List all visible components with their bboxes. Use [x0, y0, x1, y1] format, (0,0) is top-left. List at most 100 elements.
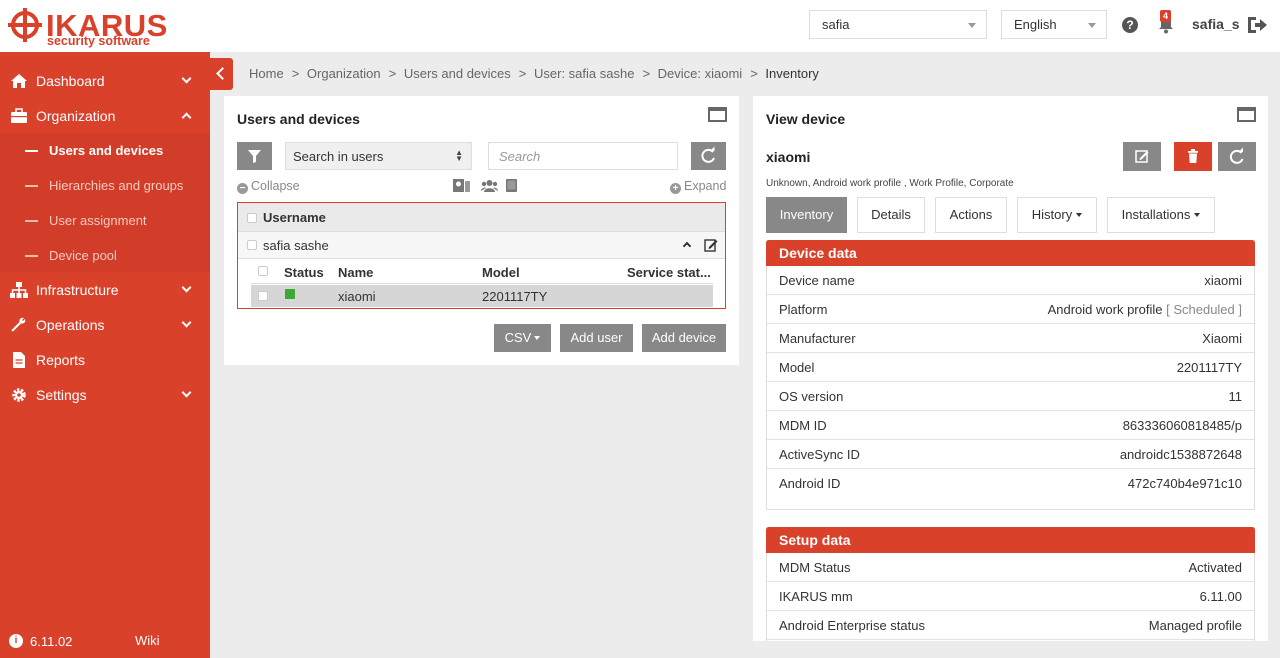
- sidebar-subitem-label: Hierarchies and groups: [49, 178, 184, 193]
- breadcrumb-separator: >: [518, 66, 527, 81]
- plus-circle-icon: +: [670, 183, 681, 194]
- sidebar: Dashboard Organization Users and devices…: [0, 52, 210, 658]
- expand-link[interactable]: + Expand: [670, 179, 726, 194]
- section-heading: Setup data: [766, 527, 1255, 553]
- home-icon: [11, 74, 27, 88]
- collapse-link[interactable]: − Collapse: [237, 179, 300, 194]
- select-all-checkbox[interactable]: [247, 213, 257, 223]
- sidebar-subitem-label: User assignment: [49, 213, 147, 228]
- tenant-select[interactable]: safia: [809, 10, 987, 39]
- kv-value: Activated: [1188, 560, 1242, 575]
- organization-submenu: Users and devices Hierarchies and groups…: [0, 133, 210, 272]
- column-header-service-status: Service stat...: [627, 265, 711, 280]
- refresh-device-button[interactable]: [1218, 142, 1256, 171]
- add-user-button[interactable]: Add user: [560, 324, 633, 352]
- users-group-icon[interactable]: [481, 179, 498, 192]
- breadcrumb-home[interactable]: Home: [249, 66, 284, 81]
- caret-down-icon: [1194, 213, 1201, 217]
- section-heading: Device data: [766, 240, 1255, 266]
- status-active-indicator: [285, 289, 295, 299]
- tab-details[interactable]: Details: [857, 197, 925, 233]
- sidebar-item-reports[interactable]: Reports: [0, 342, 210, 377]
- add-device-button[interactable]: Add device: [642, 324, 726, 352]
- top-bar: IKARUS security software safia English ?…: [0, 0, 1280, 52]
- trash-icon: [1188, 149, 1198, 163]
- kv-value: Managed profile: [1148, 618, 1242, 633]
- breadcrumb-user[interactable]: User: safia sashe: [534, 66, 634, 81]
- device-table-header: Status Name Model Service stat...: [251, 260, 713, 284]
- tab-inventory[interactable]: Inventory: [766, 197, 847, 233]
- sidebar-subitem-label: Users and devices: [49, 143, 164, 158]
- breadcrumb-organization[interactable]: Organization: [307, 66, 381, 81]
- table-row-device[interactable]: xiaomi 2201117TY: [251, 285, 713, 307]
- csv-dropdown-button[interactable]: CSV: [494, 324, 551, 352]
- sidebar-item-operations[interactable]: Operations: [0, 307, 210, 342]
- column-header-status: Status: [284, 265, 324, 280]
- sidebar-subitem-device-pool[interactable]: Device pool: [0, 238, 210, 273]
- sidebar-item-infrastructure[interactable]: Infrastructure: [0, 272, 210, 307]
- edit-device-button[interactable]: [1123, 142, 1161, 171]
- caret-down-icon: [968, 23, 976, 28]
- caret-down-icon: [534, 336, 541, 340]
- tab-history[interactable]: History: [1017, 197, 1097, 233]
- kv-key: MDM ID: [779, 418, 827, 433]
- device-data-section: Device data Device name xiaomi Platform An…: [766, 240, 1255, 510]
- edit-icon: [1135, 150, 1149, 163]
- filter-icon: [248, 150, 261, 163]
- tab-installations[interactable]: Installations: [1107, 197, 1215, 233]
- kv-row-device-name: Device name xiaomi: [767, 266, 1254, 295]
- breadcrumb-users-and-devices[interactable]: Users and devices: [404, 66, 511, 81]
- kv-key: Android ID: [779, 476, 841, 491]
- help-icon[interactable]: ?: [1122, 17, 1138, 33]
- kv-row-model: Model 2201117TY: [767, 353, 1254, 382]
- edit-icon[interactable]: [704, 238, 718, 252]
- view-device-panel: View device xiaomi Unknown, Android work…: [753, 96, 1268, 641]
- tablet-icon[interactable]: [504, 179, 521, 192]
- device-model-cell: 2201117TY: [482, 289, 548, 304]
- sidebar-item-organization[interactable]: Organization: [0, 98, 210, 133]
- kv-key: OS version: [779, 389, 844, 404]
- tab-actions[interactable]: Actions: [935, 197, 1007, 233]
- ikarus-logo[interactable]: IKARUS security software: [8, 4, 208, 50]
- language-select[interactable]: English: [1001, 10, 1107, 39]
- sidebar-collapse-button[interactable]: [210, 58, 233, 90]
- sidebar-item-settings[interactable]: Settings: [0, 377, 210, 412]
- language-select-value: English: [1014, 17, 1057, 32]
- kv-value: Android work profile [ Scheduled ]: [1048, 302, 1242, 317]
- refresh-icon: [701, 146, 715, 163]
- row-checkbox[interactable]: [258, 291, 268, 301]
- sidebar-subitem-hierarchies[interactable]: Hierarchies and groups: [0, 168, 210, 203]
- chevron-up-icon[interactable]: [682, 241, 692, 251]
- kv-value: 6.11.00: [1199, 589, 1242, 604]
- notification-badge: 4: [1160, 10, 1172, 22]
- breadcrumb-device[interactable]: Device: xiaomi: [658, 66, 743, 81]
- wiki-link[interactable]: Wiki: [135, 633, 160, 648]
- refresh-button[interactable]: [691, 142, 726, 170]
- select-all-devices-checkbox[interactable]: [258, 266, 268, 276]
- kv-row-activesync-id: ActiveSync ID androidc1538872648: [767, 440, 1254, 469]
- sidebar-item-dashboard[interactable]: Dashboard: [0, 63, 210, 98]
- search-scope-select[interactable]: Search in users ▲ ▼: [285, 142, 472, 170]
- window-maximize-icon[interactable]: [1237, 107, 1256, 122]
- username-label[interactable]: safia_s: [1192, 16, 1239, 32]
- crosshair-logo-icon: [8, 8, 42, 42]
- kv-value: 863336060818485/p: [1122, 418, 1242, 433]
- kv-key: MDM Status: [779, 560, 851, 575]
- sidebar-subitem-users-and-devices[interactable]: Users and devices: [0, 133, 210, 168]
- tab-installations-label: Installations: [1121, 207, 1191, 222]
- table-row-user[interactable]: safia sashe: [238, 232, 725, 259]
- row-checkbox[interactable]: [247, 240, 257, 250]
- dash-icon: [25, 220, 38, 222]
- logout-icon[interactable]: [1246, 15, 1268, 35]
- window-maximize-icon[interactable]: [708, 107, 727, 122]
- delete-device-button[interactable]: [1174, 142, 1212, 171]
- filter-button[interactable]: [237, 142, 272, 170]
- chevron-down-icon: [181, 282, 192, 293]
- kv-key: Device name: [779, 273, 855, 288]
- kv-row-mdm-status: MDM Status Activated: [767, 553, 1254, 582]
- sidebar-subitem-user-assignment[interactable]: User assignment: [0, 203, 210, 238]
- chevron-down-icon: [181, 387, 192, 398]
- breadcrumb-separator: >: [388, 66, 397, 81]
- user-card-icon[interactable]: [453, 179, 470, 192]
- search-input[interactable]: Search: [488, 142, 678, 170]
